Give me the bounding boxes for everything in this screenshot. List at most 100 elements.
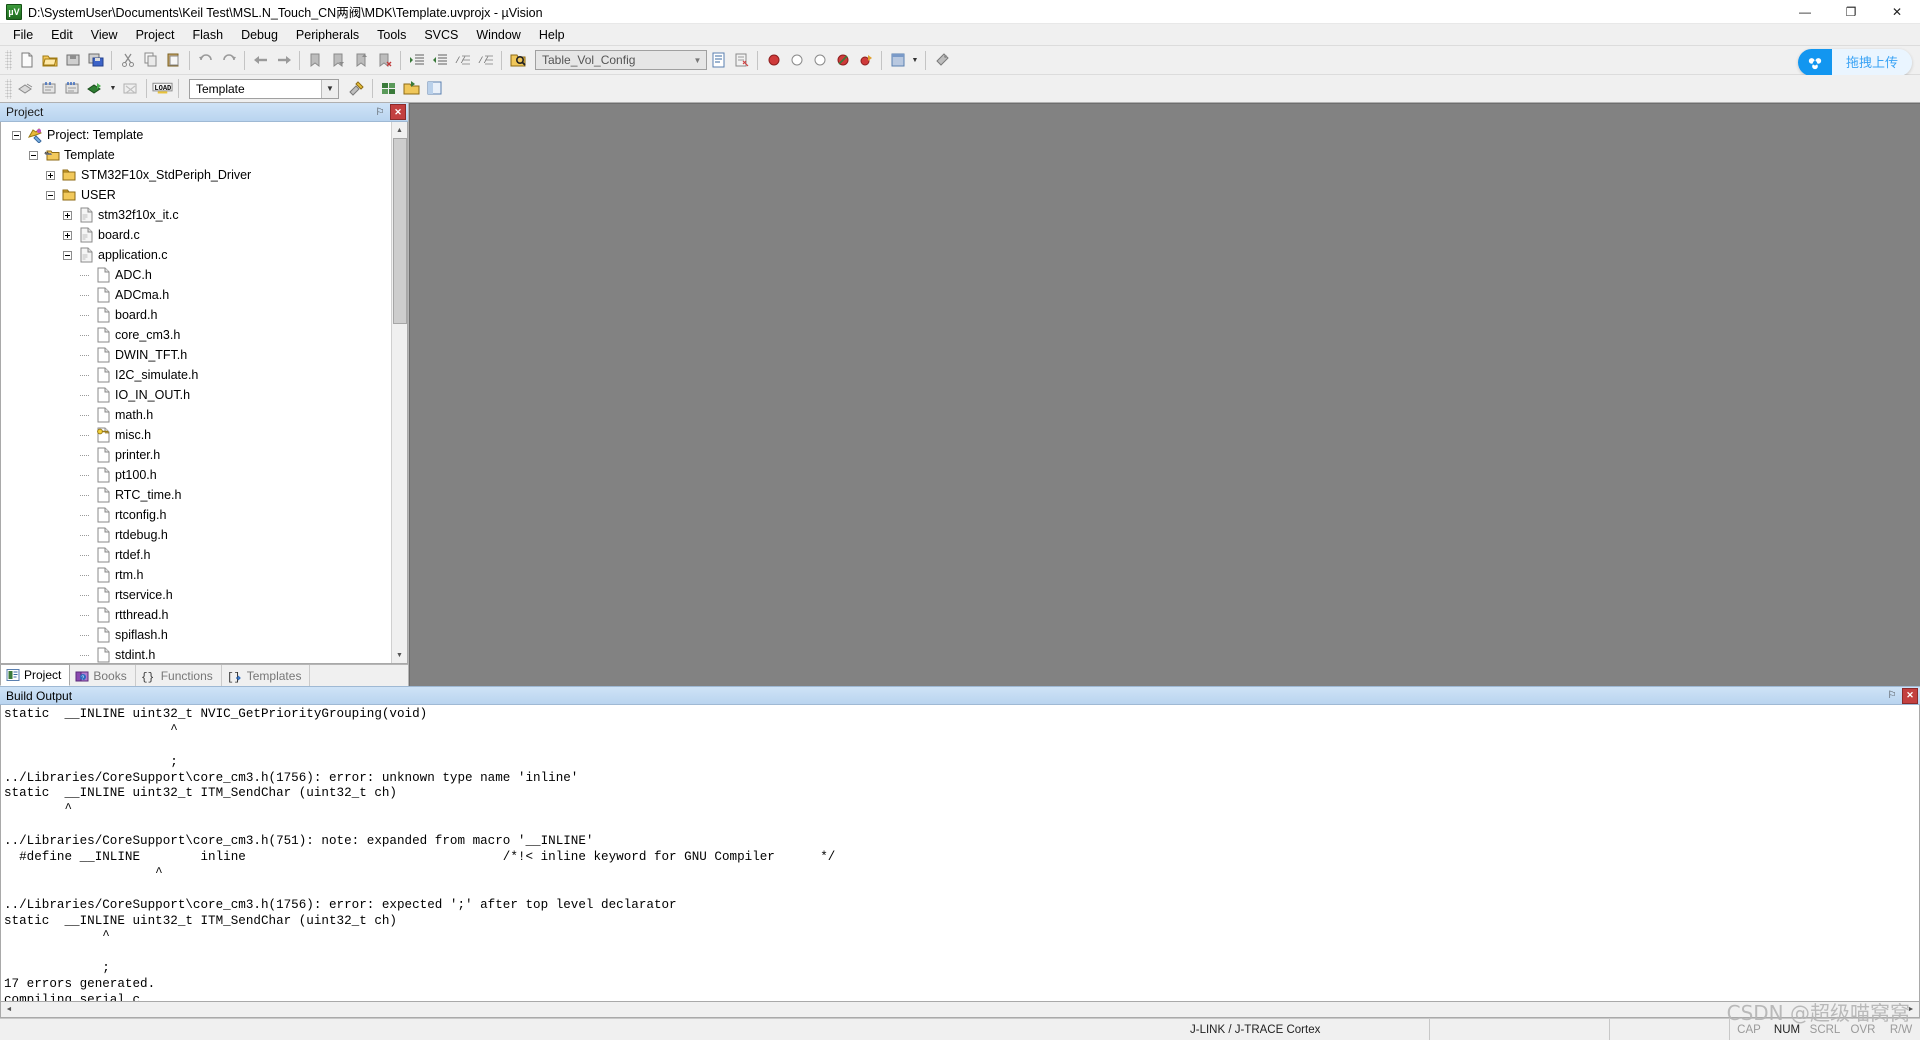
load-icon[interactable]: LOAD xyxy=(151,77,174,100)
project-tree[interactable]: Project: Template Template STM32F10x_StdPe… xyxy=(1,122,391,663)
manage-runtime-icon[interactable] xyxy=(377,77,400,100)
tree-item[interactable]: rtdebug.h xyxy=(1,525,391,545)
collapse-icon[interactable] xyxy=(58,245,77,265)
tree-item[interactable]: stm32f10x_it.c xyxy=(1,205,391,225)
indent-icon[interactable] xyxy=(405,49,428,72)
scroll-left-icon[interactable]: ◄ xyxy=(1,1003,17,1017)
tree-item[interactable]: STM32F10x_StdPeriph_Driver xyxy=(1,165,391,185)
build-output-line[interactable]: ^ xyxy=(4,802,1919,818)
scroll-right-icon[interactable]: ► xyxy=(1903,1003,1919,1017)
tree-item[interactable]: Project: Template xyxy=(1,125,391,145)
close-button[interactable]: ✕ xyxy=(1874,0,1920,24)
project-window-icon[interactable] xyxy=(423,77,446,100)
kill-all-breakpoints-icon[interactable] xyxy=(785,49,808,72)
build-output-line[interactable]: ../Libraries/CoreSupport\core_cm3.h(751)… xyxy=(4,834,1919,850)
menu-flash[interactable]: Flash xyxy=(183,25,232,45)
uncomment-icon[interactable]: // xyxy=(474,49,497,72)
copy-icon[interactable] xyxy=(139,49,162,72)
build-output-line[interactable]: static __INLINE uint32_t ITM_SendChar (u… xyxy=(4,786,1919,802)
tree-item[interactable]: math.h xyxy=(1,405,391,425)
target-options-icon[interactable] xyxy=(345,77,368,100)
build-output-text[interactable]: static __INLINE uint32_t NVIC_GetPriorit… xyxy=(0,705,1920,1002)
baidu-netdisk-upload-button[interactable]: 拖拽上传 xyxy=(1797,49,1912,76)
tree-item[interactable]: board.h xyxy=(1,305,391,325)
breakpoint-mixed-icon[interactable] xyxy=(854,49,877,72)
tree-item[interactable]: IO_IN_OUT.h xyxy=(1,385,391,405)
menu-project[interactable]: Project xyxy=(127,25,184,45)
expand-icon[interactable] xyxy=(41,165,60,185)
build-output-line[interactable]: ^ xyxy=(4,723,1919,739)
redo-icon[interactable] xyxy=(217,49,240,72)
tree-item[interactable]: rtthread.h xyxy=(1,605,391,625)
scroll-up-icon[interactable]: ▲ xyxy=(391,122,407,138)
tab-project[interactable]: Project xyxy=(0,664,71,686)
menu-view[interactable]: View xyxy=(82,25,127,45)
multi-project-icon[interactable] xyxy=(400,77,423,100)
close-icon[interactable]: ✕ xyxy=(1902,687,1918,704)
expand-icon[interactable] xyxy=(58,205,77,225)
build-output-line[interactable]: #define __INLINE inline /*!< inline keyw… xyxy=(4,850,1919,866)
disable-breakpoint-icon[interactable] xyxy=(808,49,831,72)
navigate-back-icon[interactable] xyxy=(249,49,272,72)
rebuild-icon[interactable] xyxy=(61,77,84,100)
bookmark-list-icon[interactable] xyxy=(707,49,730,72)
build-output-line[interactable]: ; xyxy=(4,961,1919,977)
tree-item[interactable]: Template xyxy=(1,145,391,165)
scrollbar-track[interactable] xyxy=(17,1003,1903,1017)
build-output-line[interactable]: compiling serial.c... xyxy=(4,993,1919,1001)
build-output-hscrollbar[interactable]: ◄ ► xyxy=(0,1002,1920,1018)
build-output-line[interactable]: ^ xyxy=(4,866,1919,882)
tree-item[interactable]: core_cm3.h xyxy=(1,325,391,345)
toolbar-grip[interactable] xyxy=(5,50,12,70)
menu-edit[interactable]: Edit xyxy=(42,25,82,45)
tree-item[interactable]: rtconfig.h xyxy=(1,505,391,525)
bookmark-toggle-icon[interactable] xyxy=(304,49,327,72)
tree-item[interactable]: spiflash.h xyxy=(1,625,391,645)
build-output-line[interactable]: 17 errors generated. xyxy=(4,977,1919,993)
tab-books[interactable]: ? Books xyxy=(70,665,136,686)
restore-button[interactable]: ❐ xyxy=(1828,0,1874,24)
tree-item[interactable]: rtservice.h xyxy=(1,585,391,605)
collapse-icon[interactable] xyxy=(24,145,43,165)
scroll-down-icon[interactable]: ▼ xyxy=(391,647,407,663)
menu-window[interactable]: Window xyxy=(467,25,529,45)
chevron-down-icon[interactable]: ▼ xyxy=(321,79,338,98)
menu-peripherals[interactable]: Peripherals xyxy=(287,25,368,45)
pin-icon[interactable]: ⚐ xyxy=(1884,688,1900,704)
stop-build-icon[interactable] xyxy=(119,77,142,100)
toolbar-grip[interactable] xyxy=(5,78,12,99)
menu-help[interactable]: Help xyxy=(530,25,574,45)
config-combo[interactable]: Table_Vol_Config ▼ xyxy=(535,50,707,70)
bookmark-prev-icon[interactable] xyxy=(327,49,350,72)
build-icon[interactable] xyxy=(38,77,61,100)
batch-build-dropdown-icon[interactable]: ▼ xyxy=(107,77,119,100)
build-output-line[interactable]: ; xyxy=(4,755,1919,771)
config-wizard-icon[interactable] xyxy=(730,49,753,72)
collapse-icon[interactable] xyxy=(7,125,26,145)
minimize-button[interactable]: — xyxy=(1782,0,1828,24)
build-output-line[interactable] xyxy=(4,945,1919,961)
paste-icon[interactable] xyxy=(162,49,185,72)
comment-icon[interactable]: // xyxy=(451,49,474,72)
batch-build-icon[interactable] xyxy=(84,77,107,100)
tree-item[interactable]: pt100.h xyxy=(1,465,391,485)
new-file-icon[interactable] xyxy=(15,49,38,72)
build-output-line[interactable] xyxy=(4,739,1919,755)
build-output-line[interactable]: ../Libraries/CoreSupport\core_cm3.h(1756… xyxy=(4,898,1919,914)
expand-icon[interactable] xyxy=(58,225,77,245)
tree-item[interactable]: DWIN_TFT.h xyxy=(1,345,391,365)
tree-item[interactable]: rtm.h xyxy=(1,565,391,585)
bookmark-next-icon[interactable] xyxy=(350,49,373,72)
menu-file[interactable]: File xyxy=(4,25,42,45)
tree-item[interactable]: board.c xyxy=(1,225,391,245)
tree-item[interactable]: rtdef.h xyxy=(1,545,391,565)
navigate-forward-icon[interactable] xyxy=(272,49,295,72)
menu-tools[interactable]: Tools xyxy=(368,25,415,45)
undo-icon[interactable] xyxy=(194,49,217,72)
build-output-line[interactable]: ^ xyxy=(4,929,1919,945)
target-select[interactable]: Template ▼ xyxy=(189,78,339,99)
menu-debug[interactable]: Debug xyxy=(232,25,287,45)
build-output-line[interactable]: static __INLINE uint32_t ITM_SendChar (u… xyxy=(4,914,1919,930)
scrollbar-thumb[interactable] xyxy=(392,138,407,324)
outdent-icon[interactable] xyxy=(428,49,451,72)
